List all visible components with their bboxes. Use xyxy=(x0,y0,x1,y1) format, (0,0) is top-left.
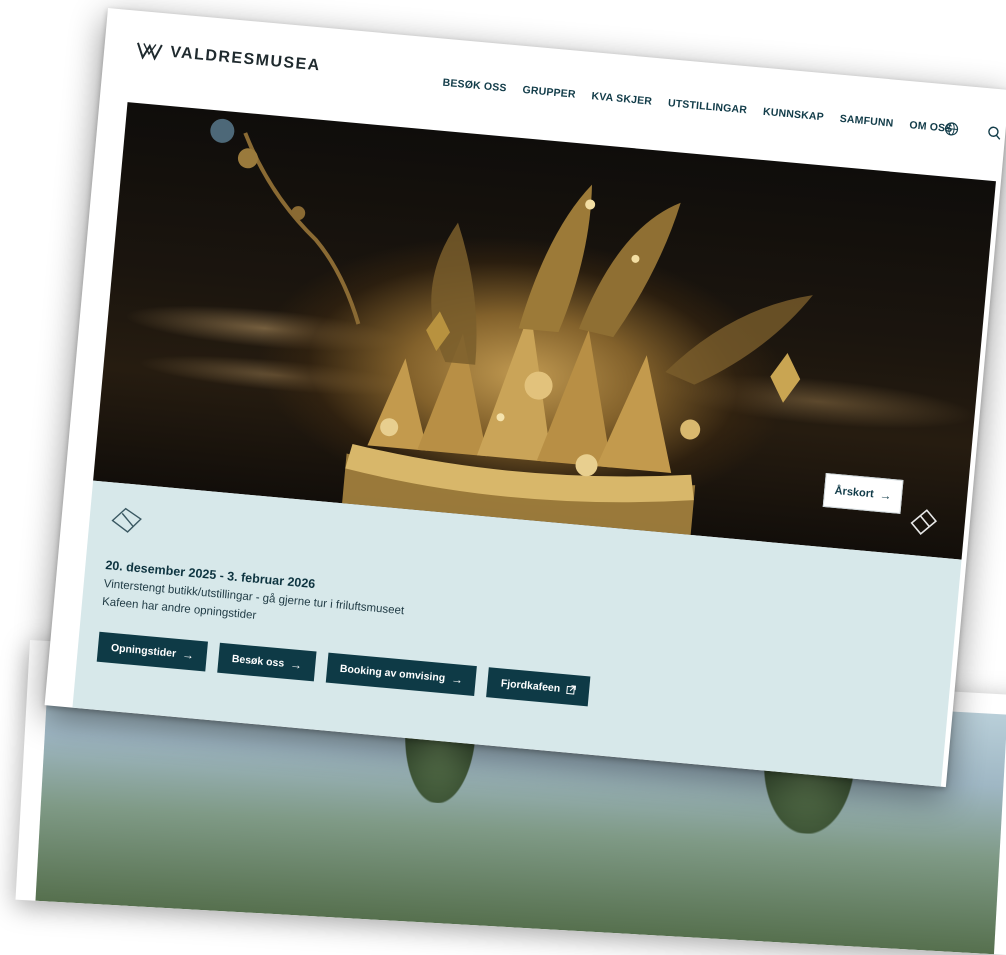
arrow-right-icon: → xyxy=(181,647,195,663)
fjordkafeen-button[interactable]: Fjordkafeen xyxy=(486,667,591,707)
site-logo[interactable]: VALDRESMUSEA xyxy=(136,41,322,76)
external-link-icon xyxy=(566,685,577,695)
logo-mark-icon xyxy=(137,42,163,61)
opningstider-button[interactable]: Opningstider → xyxy=(96,631,209,672)
arskort-label: Årskort xyxy=(834,484,875,501)
nav-item-kunnskap[interactable]: KUNNSKAP xyxy=(762,106,824,123)
nav-item-grupper[interactable]: GRUPPER xyxy=(522,84,576,101)
button-label: Besøk oss xyxy=(231,652,285,670)
nav-item-kva-skjer[interactable]: KVA SKJER xyxy=(591,90,653,107)
arrow-right-icon: → xyxy=(289,657,303,673)
nav-item-besok-oss[interactable]: BESØK OSS xyxy=(442,77,507,95)
search-icon[interactable] xyxy=(986,124,1003,141)
ticket-icon xyxy=(111,507,142,533)
arskort-button[interactable]: Årskort → xyxy=(822,472,904,514)
logo-text: VALDRESMUSEA xyxy=(169,43,322,75)
browser-page: VALDRESMUSEA BESØK OSS GRUPPER KVA SKJER… xyxy=(44,8,1006,788)
nav-item-samfunn[interactable]: SAMFUNN xyxy=(839,113,894,130)
nav-item-utstillingar[interactable]: UTSTILLINGAR xyxy=(667,97,747,116)
main-navigation: BESØK OSS GRUPPER KVA SKJER UTSTILLINGAR… xyxy=(442,77,953,135)
besok-oss-button[interactable]: Besøk oss → xyxy=(217,642,317,682)
button-label: Opningstider xyxy=(110,641,177,660)
button-label: Fjordkafeen xyxy=(500,677,561,695)
arrow-right-icon: → xyxy=(450,671,464,687)
ticket-icon xyxy=(910,509,938,535)
button-label: Booking av omvising xyxy=(339,662,446,685)
booking-av-omvising-button[interactable]: Booking av omvising → xyxy=(325,652,478,697)
globe-icon[interactable] xyxy=(943,120,960,137)
notice-button-row: Opningstider → Besøk oss → Booking av om… xyxy=(96,631,591,707)
arrow-right-icon: → xyxy=(878,487,893,503)
